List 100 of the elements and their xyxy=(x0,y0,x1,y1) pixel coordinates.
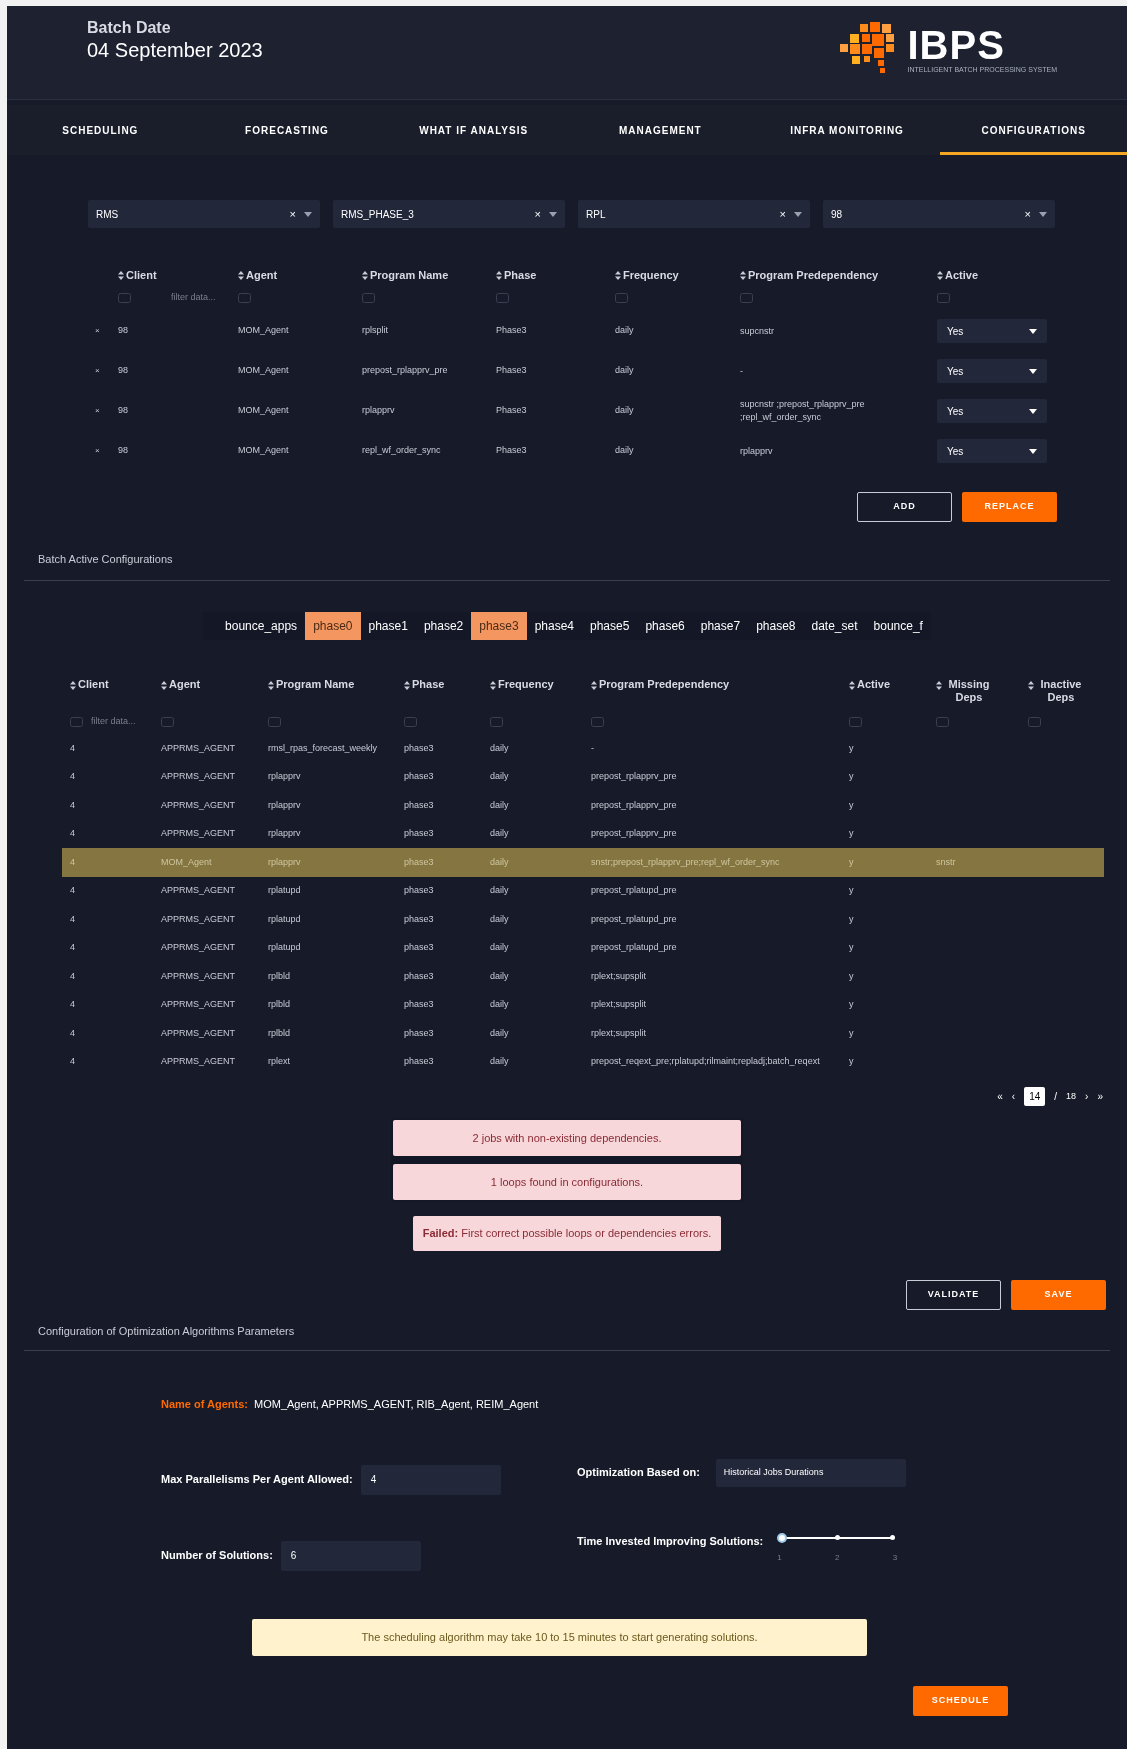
filter-placeholder[interactable]: filter data... xyxy=(171,291,216,305)
filter-toggle-icon[interactable] xyxy=(591,717,604,727)
column-header[interactable]: Program Predependency xyxy=(599,678,730,691)
phase-chip[interactable]: phase4 xyxy=(526,612,582,640)
phase-chip[interactable]: phase8 xyxy=(748,612,804,640)
table-cell-text: 4 xyxy=(69,969,76,983)
agents-list: MOM_Agent, APPRMS_AGENT, RIB_Agent, REIM_Agent xyxy=(254,1396,539,1413)
filter-select[interactable]: RMS_PHASE_3 × xyxy=(333,200,565,228)
first-page-button[interactable]: « xyxy=(997,1089,1003,1104)
error-alert: 1 loops found in configurations. xyxy=(393,1164,741,1200)
phase-chip[interactable]: phase0 xyxy=(305,612,361,640)
table-cell-text: rplbld xyxy=(267,969,291,983)
nav-tab[interactable]: INFRA MONITORING xyxy=(753,105,941,155)
column-header[interactable]: Client xyxy=(78,678,109,691)
phase-chip[interactable]: phase5 xyxy=(582,612,638,640)
column-header[interactable]: Program Predependency xyxy=(748,266,879,284)
column-header[interactable]: Active xyxy=(945,266,979,284)
clear-button[interactable]: × xyxy=(1024,208,1031,220)
table-row[interactable]: 4 APPRMS_AGENT rplbld phase3 daily rplext;supsplit y xyxy=(62,1019,1104,1048)
table-cell-text: daily xyxy=(615,404,635,418)
filter-toggle-icon[interactable] xyxy=(936,717,949,727)
active-select[interactable]: Yes xyxy=(937,439,1047,463)
input-field[interactable]: 6 xyxy=(280,1540,421,1571)
table-row[interactable]: 4 APPRMS_AGENT rplapprv phase3 daily prepost_rplapprv_pre y xyxy=(62,791,1104,820)
nav-tab[interactable]: WHAT IF ANALYSIS xyxy=(380,105,567,155)
table-cell-text: prepost_rplatupd_pre xyxy=(590,912,678,926)
nav-tab[interactable]: FORECASTING xyxy=(193,105,381,155)
previous-page-button[interactable]: ‹ xyxy=(1011,1089,1016,1104)
table-cell-text: prepost_reqext_pre;rplatupd;rilmaint;repladj;batch_reqext xyxy=(590,1055,821,1068)
input-field[interactable]: 4 xyxy=(360,1464,501,1495)
filter-toggle-icon[interactable] xyxy=(1028,717,1041,727)
filter-toggle-icon[interactable] xyxy=(404,717,417,727)
last-page-button[interactable]: » xyxy=(1097,1089,1103,1104)
input-field[interactable]: Historical Jobs Durations xyxy=(715,1458,906,1487)
filter-toggle-icon[interactable] xyxy=(268,717,281,727)
column-header[interactable]: Phase xyxy=(504,266,537,284)
column-header[interactable]: Active xyxy=(857,678,891,691)
column-header[interactable]: Phase xyxy=(412,678,445,691)
column-header[interactable]: Program Name xyxy=(370,266,449,284)
filter-toggle-icon[interactable] xyxy=(615,293,628,303)
action-button[interactable]: ADD xyxy=(857,492,952,522)
phase-chip[interactable]: phase1 xyxy=(360,612,416,640)
column-header[interactable]: Missing Deps xyxy=(944,678,994,704)
phase-chip[interactable]: phase7 xyxy=(692,612,749,640)
table-row[interactable]: 4 APPRMS_AGENT rplbld phase3 daily rplext;supsplit y xyxy=(62,962,1104,991)
clear-button[interactable]: × xyxy=(534,208,541,220)
column-header[interactable]: Inactive Deps xyxy=(1036,678,1086,704)
nav-tab[interactable]: MANAGEMENT xyxy=(567,105,754,155)
filter-toggle-icon[interactable] xyxy=(496,293,509,303)
clear-button[interactable]: × xyxy=(289,208,296,220)
phase-chip[interactable]: date_set xyxy=(803,612,866,640)
phase-chip[interactable]: bounce_f xyxy=(865,612,931,640)
active-select[interactable]: Yes xyxy=(937,399,1047,423)
filter-toggle-icon[interactable] xyxy=(70,717,83,727)
table-row[interactable]: 4 APPRMS_AGENT rmsl_rpas_forecast_weekly phase3 daily - y xyxy=(62,734,1104,763)
table-row[interactable]: 4 APPRMS_AGENT rplatupd phase3 daily prepost_rplatupd_pre y xyxy=(62,933,1104,962)
phase-chip[interactable]: phase2 xyxy=(415,612,472,640)
column-header[interactable]: Frequency xyxy=(498,678,554,691)
column-header[interactable]: Frequency xyxy=(623,266,679,284)
filter-toggle-icon[interactable] xyxy=(238,293,251,303)
column-header[interactable]: Agent xyxy=(246,266,278,284)
column-header[interactable]: Client xyxy=(126,266,157,284)
filter-placeholder[interactable]: filter data... xyxy=(91,715,136,729)
table-row[interactable]: 4 APPRMS_AGENT rplapprv phase3 daily prepost_rplapprv_pre y xyxy=(62,819,1104,848)
table-cell-text: daily xyxy=(489,798,510,812)
filter-select[interactable]: RMS × xyxy=(88,200,320,228)
active-select[interactable]: Yes xyxy=(937,359,1047,383)
table-row[interactable]: 4 APPRMS_AGENT rplext phase3 daily prepost_reqext_pre;rplatupd;rilmaint;repladj;batch_reqext y xyxy=(62,1047,1104,1076)
filter-toggle-icon[interactable] xyxy=(362,293,375,303)
nav-tab[interactable]: SCHEDULING xyxy=(7,105,194,155)
filter-toggle-icon[interactable] xyxy=(118,293,131,303)
filter-toggle-icon[interactable] xyxy=(937,293,950,303)
column-header[interactable]: Program Name xyxy=(276,678,355,691)
remove-row-button[interactable]: × xyxy=(90,325,118,337)
table-row[interactable]: 4 APPRMS_AGENT rplatupd phase3 daily prepost_rplatupd_pre y xyxy=(62,905,1104,934)
page-field[interactable]: 14 xyxy=(1024,1087,1046,1106)
next-page-button[interactable]: › xyxy=(1085,1089,1089,1104)
column-header[interactable]: Agent xyxy=(169,678,201,691)
sort-icon xyxy=(937,270,943,280)
clear-button[interactable]: × xyxy=(779,208,786,220)
action-button[interactable]: VALIDATE xyxy=(906,1280,1001,1310)
remove-row-button[interactable]: × xyxy=(90,445,118,457)
filter-toggle-icon[interactable] xyxy=(161,717,174,727)
slider-thumb[interactable] xyxy=(777,1532,788,1543)
filter-toggle-icon[interactable] xyxy=(849,717,862,727)
filter-toggle-icon[interactable] xyxy=(490,717,503,727)
filter-toggle-icon[interactable] xyxy=(740,293,753,303)
phase-chip[interactable]: phase6 xyxy=(637,612,693,640)
phase-chip[interactable]: bounce_apps xyxy=(217,612,306,640)
remove-row-button[interactable]: × xyxy=(90,405,118,417)
remove-row-button[interactable]: × xyxy=(90,365,118,377)
phase-chip[interactable]: phase3 xyxy=(471,612,527,640)
table-row[interactable]: 4 APPRMS_AGENT rplapprv phase3 daily prepost_rplapprv_pre y xyxy=(62,762,1104,791)
active-select[interactable]: Yes xyxy=(937,319,1047,343)
filter-select[interactable]: 98 × xyxy=(823,200,1055,228)
filter-select[interactable]: RPL × xyxy=(578,200,810,228)
table-cell-text: MOM_Agent xyxy=(238,404,290,418)
table-row[interactable]: 4 APPRMS_AGENT rplatupd phase3 daily prepost_rplatupd_pre y xyxy=(62,876,1104,905)
nav-tab[interactable]: CONFIGURATIONS xyxy=(940,105,1127,155)
table-row[interactable]: 4 APPRMS_AGENT rplbld phase3 daily rplext;supsplit y xyxy=(62,990,1104,1019)
